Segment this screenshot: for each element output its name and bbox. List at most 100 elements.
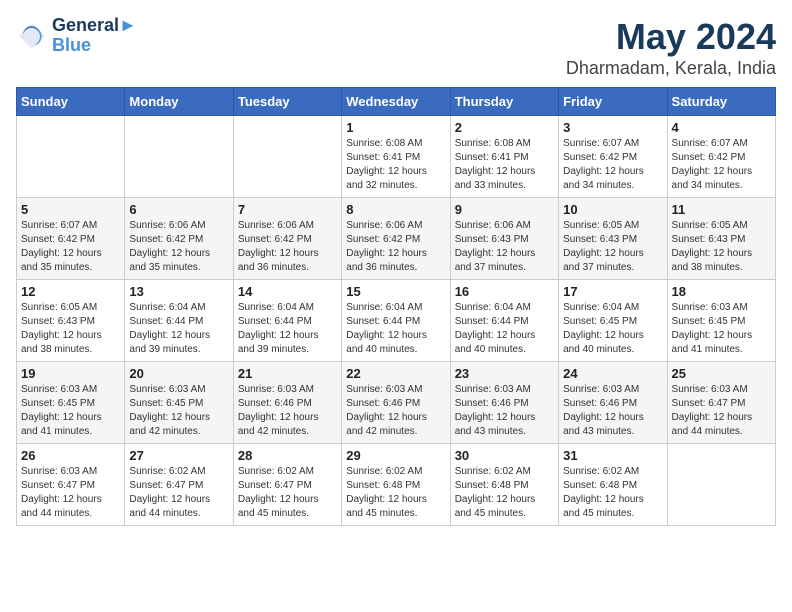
day-number: 31 — [563, 448, 662, 463]
page-header: General► Blue May 2024 Dharmadam, Kerala… — [16, 16, 776, 79]
weekday-header-friday: Friday — [559, 88, 667, 116]
calendar-cell — [125, 116, 233, 198]
day-info: Sunrise: 6:03 AM Sunset: 6:47 PM Dayligh… — [21, 465, 120, 521]
calendar-cell: 6 Sunrise: 6:06 AM Sunset: 6:42 PM Daylig… — [125, 198, 233, 280]
day-number: 22 — [346, 366, 445, 381]
day-info: Sunrise: 6:03 AM Sunset: 6:46 PM Dayligh… — [346, 383, 445, 439]
calendar-cell: 22 Sunrise: 6:03 AM Sunset: 6:46 PM Dayli… — [342, 362, 450, 444]
calendar-cell: 20 Sunrise: 6:03 AM Sunset: 6:45 PM Dayli… — [125, 362, 233, 444]
day-info: Sunrise: 6:07 AM Sunset: 6:42 PM Dayligh… — [563, 137, 662, 193]
day-info: Sunrise: 6:07 AM Sunset: 6:42 PM Dayligh… — [672, 137, 771, 193]
day-number: 8 — [346, 202, 445, 217]
calendar-cell: 18 Sunrise: 6:03 AM Sunset: 6:45 PM Dayli… — [667, 280, 775, 362]
day-info: Sunrise: 6:04 AM Sunset: 6:44 PM Dayligh… — [129, 301, 228, 357]
calendar-week-5: 26 Sunrise: 6:03 AM Sunset: 6:47 PM Dayli… — [17, 444, 776, 526]
day-info: Sunrise: 6:08 AM Sunset: 6:41 PM Dayligh… — [346, 137, 445, 193]
day-number: 25 — [672, 366, 771, 381]
day-info: Sunrise: 6:04 AM Sunset: 6:45 PM Dayligh… — [563, 301, 662, 357]
day-info: Sunrise: 6:03 AM Sunset: 6:45 PM Dayligh… — [672, 301, 771, 357]
day-info: Sunrise: 6:06 AM Sunset: 6:42 PM Dayligh… — [129, 219, 228, 275]
calendar-cell: 28 Sunrise: 6:02 AM Sunset: 6:47 PM Dayli… — [233, 444, 341, 526]
calendar-cell: 23 Sunrise: 6:03 AM Sunset: 6:46 PM Dayli… — [450, 362, 558, 444]
weekday-header-sunday: Sunday — [17, 88, 125, 116]
day-number: 20 — [129, 366, 228, 381]
day-number: 23 — [455, 366, 554, 381]
calendar-cell: 14Sunrise: 6:04 AM Sunset: 6:44 PM Dayli… — [233, 280, 341, 362]
calendar-cell: 4 Sunrise: 6:07 AM Sunset: 6:42 PM Daylig… — [667, 116, 775, 198]
day-info: Sunrise: 6:05 AM Sunset: 6:43 PM Dayligh… — [563, 219, 662, 275]
day-number: 27 — [129, 448, 228, 463]
day-info: Sunrise: 6:02 AM Sunset: 6:48 PM Dayligh… — [455, 465, 554, 521]
calendar-cell: 19 Sunrise: 6:03 AM Sunset: 6:45 PM Dayli… — [17, 362, 125, 444]
calendar-cell: 15Sunrise: 6:04 AM Sunset: 6:44 PM Dayli… — [342, 280, 450, 362]
day-number: 26 — [21, 448, 120, 463]
weekday-header-wednesday: Wednesday — [342, 88, 450, 116]
day-info: Sunrise: 6:03 AM Sunset: 6:46 PM Dayligh… — [563, 383, 662, 439]
day-info: Sunrise: 6:02 AM Sunset: 6:47 PM Dayligh… — [129, 465, 228, 521]
weekday-header-monday: Monday — [125, 88, 233, 116]
day-info: Sunrise: 6:03 AM Sunset: 6:46 PM Dayligh… — [455, 383, 554, 439]
calendar-cell: 30Sunrise: 6:02 AM Sunset: 6:48 PM Dayli… — [450, 444, 558, 526]
calendar-cell: 3 Sunrise: 6:07 AM Sunset: 6:42 PM Daylig… — [559, 116, 667, 198]
day-info: Sunrise: 6:02 AM Sunset: 6:48 PM Dayligh… — [563, 465, 662, 521]
calendar-cell: 8 Sunrise: 6:06 AM Sunset: 6:42 PM Daylig… — [342, 198, 450, 280]
day-info: Sunrise: 6:05 AM Sunset: 6:43 PM Dayligh… — [672, 219, 771, 275]
calendar-cell: 10Sunrise: 6:05 AM Sunset: 6:43 PM Dayli… — [559, 198, 667, 280]
day-number: 4 — [672, 120, 771, 135]
day-info: Sunrise: 6:03 AM Sunset: 6:47 PM Dayligh… — [672, 383, 771, 439]
day-info: Sunrise: 6:08 AM Sunset: 6:41 PM Dayligh… — [455, 137, 554, 193]
logo: General► Blue — [16, 16, 137, 56]
day-info: Sunrise: 6:06 AM Sunset: 6:42 PM Dayligh… — [346, 219, 445, 275]
day-number: 14 — [238, 284, 337, 299]
day-number: 13 — [129, 284, 228, 299]
day-number: 24 — [563, 366, 662, 381]
day-info: Sunrise: 6:04 AM Sunset: 6:44 PM Dayligh… — [455, 301, 554, 357]
calendar-cell: 17 Sunrise: 6:04 AM Sunset: 6:45 PM Dayli… — [559, 280, 667, 362]
weekday-header-thursday: Thursday — [450, 88, 558, 116]
title-block: May 2024 Dharmadam, Kerala, India — [566, 16, 776, 79]
calendar-cell: 13 Sunrise: 6:04 AM Sunset: 6:44 PM Dayli… — [125, 280, 233, 362]
day-number: 3 — [563, 120, 662, 135]
day-info: Sunrise: 6:03 AM Sunset: 6:45 PM Dayligh… — [129, 383, 228, 439]
day-number: 9 — [455, 202, 554, 217]
calendar-cell: 5 Sunrise: 6:07 AM Sunset: 6:42 PM Daylig… — [17, 198, 125, 280]
day-number: 28 — [238, 448, 337, 463]
day-number: 18 — [672, 284, 771, 299]
calendar-table: SundayMondayTuesdayWednesdayThursdayFrid… — [16, 87, 776, 526]
day-info: Sunrise: 6:05 AM Sunset: 6:43 PM Dayligh… — [21, 301, 120, 357]
day-number: 17 — [563, 284, 662, 299]
day-info: Sunrise: 6:02 AM Sunset: 6:48 PM Dayligh… — [346, 465, 445, 521]
day-info: Sunrise: 6:06 AM Sunset: 6:43 PM Dayligh… — [455, 219, 554, 275]
day-info: Sunrise: 6:03 AM Sunset: 6:46 PM Dayligh… — [238, 383, 337, 439]
day-number: 1 — [346, 120, 445, 135]
calendar-title: May 2024 — [566, 16, 776, 58]
day-number: 11 — [672, 202, 771, 217]
calendar-cell: 1 Sunrise: 6:08 AM Sunset: 6:41 PM Daylig… — [342, 116, 450, 198]
day-info: Sunrise: 6:02 AM Sunset: 6:47 PM Dayligh… — [238, 465, 337, 521]
calendar-cell: 16 Sunrise: 6:04 AM Sunset: 6:44 PM Dayli… — [450, 280, 558, 362]
day-number: 2 — [455, 120, 554, 135]
calendar-subtitle: Dharmadam, Kerala, India — [566, 58, 776, 79]
calendar-cell: 27 Sunrise: 6:02 AM Sunset: 6:47 PM Dayli… — [125, 444, 233, 526]
day-number: 29 — [346, 448, 445, 463]
calendar-cell — [667, 444, 775, 526]
calendar-cell: 2 Sunrise: 6:08 AM Sunset: 6:41 PM Daylig… — [450, 116, 558, 198]
calendar-cell: 9 Sunrise: 6:06 AM Sunset: 6:43 PM Daylig… — [450, 198, 558, 280]
day-number: 16 — [455, 284, 554, 299]
calendar-cell: 25 Sunrise: 6:03 AM Sunset: 6:47 PM Dayli… — [667, 362, 775, 444]
day-info: Sunrise: 6:07 AM Sunset: 6:42 PM Dayligh… — [21, 219, 120, 275]
day-number: 21 — [238, 366, 337, 381]
calendar-cell: 31 Sunrise: 6:02 AM Sunset: 6:48 PM Dayli… — [559, 444, 667, 526]
weekday-header-tuesday: Tuesday — [233, 88, 341, 116]
day-number: 6 — [129, 202, 228, 217]
calendar-cell: 21 Sunrise: 6:03 AM Sunset: 6:46 PM Dayli… — [233, 362, 341, 444]
day-info: Sunrise: 6:04 AM Sunset: 6:44 PM Dayligh… — [346, 301, 445, 357]
calendar-cell: 7Sunrise: 6:06 AM Sunset: 6:42 PM Daylig… — [233, 198, 341, 280]
calendar-week-4: 19 Sunrise: 6:03 AM Sunset: 6:45 PM Dayli… — [17, 362, 776, 444]
weekday-header-row: SundayMondayTuesdayWednesdayThursdayFrid… — [17, 88, 776, 116]
calendar-cell: 11 Sunrise: 6:05 AM Sunset: 6:43 PM Dayli… — [667, 198, 775, 280]
day-info: Sunrise: 6:03 AM Sunset: 6:45 PM Dayligh… — [21, 383, 120, 439]
day-number: 19 — [21, 366, 120, 381]
day-number: 5 — [21, 202, 120, 217]
calendar-cell: 26 Sunrise: 6:03 AM Sunset: 6:47 PM Dayli… — [17, 444, 125, 526]
